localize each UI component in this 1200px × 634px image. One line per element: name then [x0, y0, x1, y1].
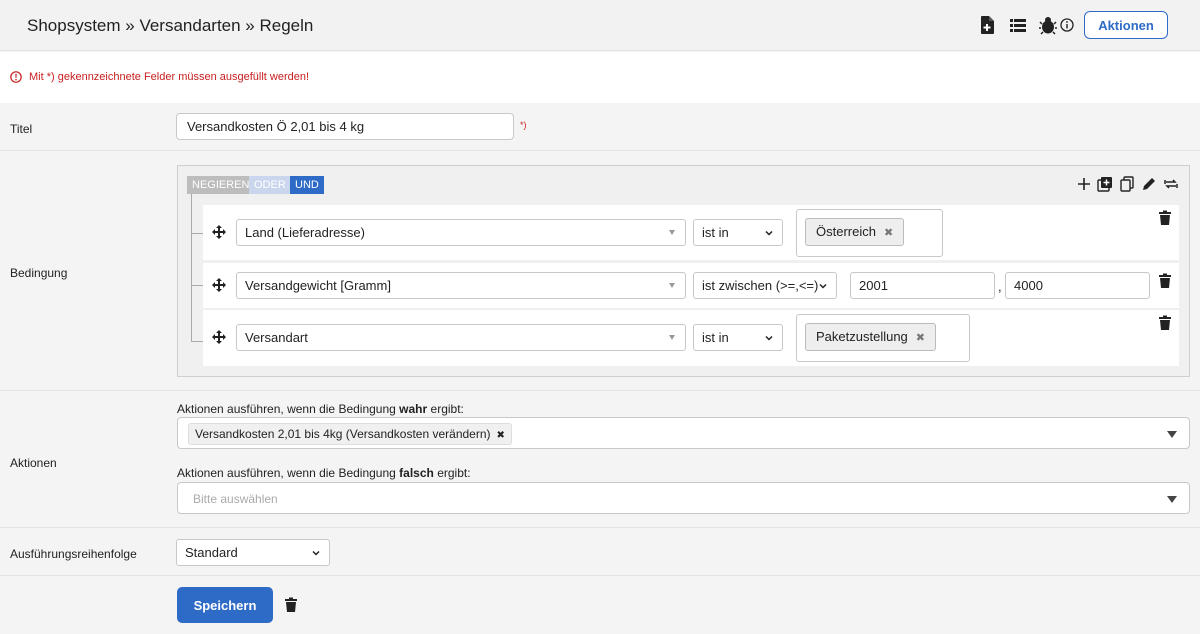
file-plus-icon[interactable] — [977, 15, 997, 35]
actions-false-select[interactable]: Bitte auswählen — [177, 482, 1190, 514]
field-select[interactable]: Land (Lieferadresse) — [236, 219, 686, 246]
add-group-icon[interactable] — [1097, 176, 1113, 192]
drag-handle-icon[interactable] — [211, 329, 227, 345]
title-label: Titel — [10, 122, 33, 136]
page-title: Shopsystem » Versandarten » Regeln — [27, 16, 314, 35]
range-separator: , — [998, 279, 1002, 294]
remove-tag-icon[interactable]: ✖ — [884, 227, 893, 239]
rule-connector — [191, 285, 203, 286]
value-from-input[interactable]: 2001 — [850, 272, 995, 299]
field-select[interactable]: Versandgewicht [Gramm] — [236, 272, 686, 299]
copy-icon[interactable] — [1119, 176, 1135, 192]
actions-true-select[interactable]: Versandkosten 2,01 bis 4kg (Versandkoste… — [177, 417, 1190, 449]
required-mark: *) — [520, 120, 527, 130]
drag-handle-icon[interactable] — [211, 277, 227, 293]
value-tag: Paketzustellung ✖ — [805, 323, 936, 351]
caret-down-icon — [1167, 431, 1177, 438]
select-placeholder: Bitte auswählen — [193, 492, 278, 506]
plus-icon[interactable] — [1076, 176, 1092, 192]
warning-icon — [10, 71, 22, 83]
chevron-down-icon — [765, 230, 773, 236]
value-tag: Österreich ✖ — [805, 218, 905, 246]
condition-label: Bedingung — [10, 266, 68, 280]
chevron-down-icon — [312, 550, 320, 556]
caret-down-icon — [669, 283, 675, 288]
chevron-down-icon — [765, 335, 773, 341]
save-button[interactable]: Speichern — [177, 587, 273, 623]
drag-handle-icon[interactable] — [211, 224, 227, 240]
title-input[interactable] — [176, 113, 514, 140]
chevron-down-icon — [819, 283, 827, 289]
actions-button[interactable]: Aktionen — [1084, 11, 1168, 39]
notice-text: Mit *) gekennzeichnete Felder müssen aus… — [29, 71, 310, 83]
negate-button[interactable]: NEGIEREN — [187, 176, 255, 194]
trash-icon[interactable] — [1158, 273, 1172, 289]
list-icon[interactable] — [1008, 15, 1028, 35]
operator-select[interactable]: ist in — [693, 219, 783, 246]
order-select[interactable]: Standard — [176, 539, 330, 566]
or-button[interactable]: ODER — [249, 176, 291, 194]
page-header: Shopsystem » Versandarten » Regeln Aktio… — [0, 0, 1200, 51]
value-to-input[interactable]: 4000 — [1005, 272, 1150, 299]
selected-action-chip: Versandkosten 2,01 bis 4kg (Versandkoste… — [188, 423, 512, 445]
trash-icon[interactable] — [1158, 315, 1172, 331]
group-connector — [191, 194, 192, 342]
operator-select[interactable]: ist in — [693, 324, 783, 351]
order-label: Ausführungsreihenfolge — [10, 547, 137, 561]
caret-down-icon — [669, 230, 675, 235]
bug-icon[interactable] — [1038, 15, 1058, 35]
edit-icon[interactable] — [1141, 176, 1157, 192]
rule-connector — [191, 233, 203, 234]
caret-down-icon — [669, 335, 675, 340]
swap-icon[interactable] — [1163, 176, 1179, 192]
caret-down-icon — [1167, 496, 1177, 503]
trash-icon[interactable] — [284, 597, 298, 613]
operator-select[interactable]: ist zwischen (>=,<=) — [693, 272, 837, 299]
info-icon[interactable] — [1060, 18, 1074, 32]
actions-true-label: Aktionen ausführen, wenn die Bedingung w… — [177, 402, 464, 416]
actions-label: Aktionen — [10, 456, 57, 470]
actions-false-label: Aktionen ausführen, wenn die Bedingung f… — [177, 466, 471, 480]
remove-tag-icon[interactable]: ✖ — [916, 332, 925, 344]
and-button[interactable]: UND — [290, 176, 324, 194]
trash-icon[interactable] — [1158, 210, 1172, 226]
rule-connector — [191, 341, 203, 342]
remove-chip-icon[interactable]: ✖ — [497, 430, 505, 441]
field-select[interactable]: Versandart — [236, 324, 686, 351]
